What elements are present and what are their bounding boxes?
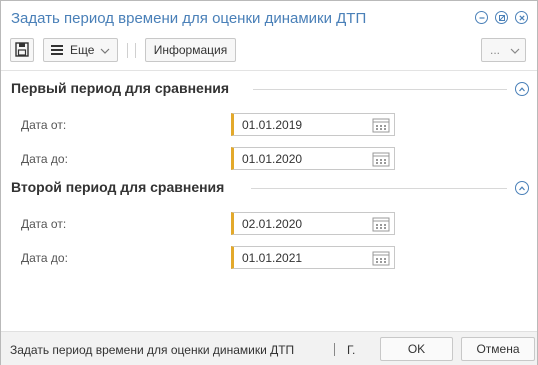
- dialog-footer: Задать период времени для оценки динамик…: [1, 331, 537, 365]
- info-button[interactable]: Информация: [145, 38, 236, 62]
- ok-button[interactable]: OK: [380, 337, 453, 361]
- chevron-down-icon: [100, 48, 110, 54]
- date-to-label: Дата до:: [21, 152, 68, 166]
- date-value: 01.01.2021: [242, 251, 303, 265]
- date-to-input-first[interactable]: 01.01.2020: [231, 147, 395, 170]
- title-bar: Задать период времени для оценки динамик…: [1, 1, 537, 35]
- window-title: Задать период времени для оценки динамик…: [11, 10, 367, 27]
- collapse-section-second-button[interactable]: [515, 181, 529, 195]
- toolbar: Еще Информация ...: [1, 38, 537, 66]
- footer-status-text: Задать период времени для оценки динамик…: [10, 343, 295, 357]
- date-from-label: Дата от:: [21, 118, 67, 132]
- overflow-label: ...: [490, 43, 501, 57]
- calendar-icon[interactable]: [372, 250, 390, 266]
- cancel-button[interactable]: Отмена: [461, 337, 535, 361]
- chevron-up-icon: [519, 87, 525, 92]
- close-icon[interactable]: [515, 11, 528, 24]
- date-from-input-first[interactable]: 01.01.2019: [231, 113, 395, 136]
- menu-icon: [51, 45, 63, 55]
- section-title-second-period: Второй период для сравнения: [11, 179, 225, 195]
- save-icon: [15, 42, 29, 57]
- date-value: 01.01.2019: [242, 118, 303, 132]
- toolbar-divider: [127, 43, 128, 58]
- more-menu-button[interactable]: Еще: [43, 38, 118, 62]
- calendar-icon[interactable]: [372, 216, 390, 232]
- chevron-up-icon: [519, 186, 525, 191]
- toolbar-divider: [135, 43, 136, 58]
- dialog-window: Задать период времени для оценки динамик…: [0, 0, 538, 365]
- section-separator: [251, 188, 507, 189]
- collapse-section-first-button[interactable]: [515, 82, 529, 96]
- date-to-label: Дата до:: [21, 251, 68, 265]
- date-value: 02.01.2020: [242, 217, 303, 231]
- date-value: 01.01.2020: [242, 152, 303, 166]
- overflow-menu-button[interactable]: ...: [481, 38, 526, 62]
- calendar-icon[interactable]: [372, 117, 390, 133]
- toolbar-divider-line: [1, 70, 537, 71]
- footer-suffix: Г.: [347, 343, 356, 357]
- more-menu-label: Еще: [70, 43, 95, 57]
- chevron-down-icon: [510, 48, 520, 54]
- date-to-input-second[interactable]: 01.01.2021: [231, 246, 395, 269]
- section-separator: [253, 89, 507, 90]
- minimize-icon[interactable]: [475, 11, 488, 24]
- date-from-label: Дата от:: [21, 217, 67, 231]
- calendar-icon[interactable]: [372, 151, 390, 167]
- section-title-first-period: Первый период для сравнения: [11, 80, 230, 96]
- save-button[interactable]: [10, 38, 34, 62]
- date-from-input-second[interactable]: 02.01.2020: [231, 212, 395, 235]
- footer-divider: [334, 343, 335, 356]
- link-icon[interactable]: [495, 11, 508, 24]
